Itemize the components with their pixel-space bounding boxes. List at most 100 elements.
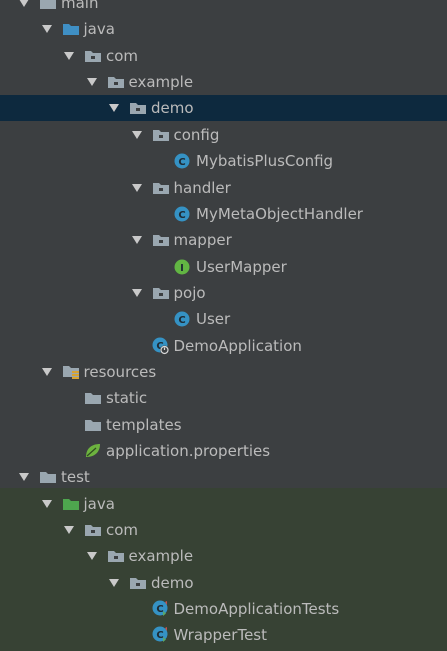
package-icon [84, 522, 102, 538]
tree-node-mybatisplusconfig[interactable]: C MybatisPlusConfig [0, 148, 447, 174]
tree-node-label: com [106, 46, 139, 65]
expand-arrow-icon[interactable] [129, 175, 145, 201]
chevron-down-icon [41, 367, 52, 376]
tree-node-label: MyMetaObjectHandler [196, 204, 363, 223]
package-icon [107, 74, 125, 90]
class-icon: C [174, 206, 192, 222]
expand-arrow-icon[interactable] [129, 227, 145, 253]
tree-node-example[interactable]: example [0, 543, 447, 569]
chevron-down-icon [86, 78, 97, 87]
tree-node-label: main [61, 0, 99, 12]
folder-gray-icon [39, 469, 57, 485]
tree-node-user[interactable]: C User [0, 306, 447, 332]
tree-node-label: static [106, 389, 148, 408]
package-icon [84, 48, 102, 64]
expand-arrow-icon[interactable] [106, 570, 122, 596]
tree-node-label: DemoApplicationTests [173, 600, 340, 619]
expand-arrow-icon[interactable] [61, 43, 77, 69]
svg-text:C: C [178, 157, 185, 168]
expand-arrow-icon[interactable] [39, 16, 55, 42]
tree-node-label: User [196, 310, 231, 329]
tree-node-label: MybatisPlusConfig [196, 152, 334, 171]
project-tree: main java com example demo config C MybatisPlus… [0, 0, 447, 651]
tree-node-label: config [173, 125, 220, 144]
tree-node-com[interactable]: com [0, 43, 447, 69]
expand-arrow-icon[interactable] [84, 69, 100, 95]
tree-node-label: demo [151, 99, 194, 118]
chevron-down-icon [131, 183, 142, 192]
tree-node-config[interactable]: config [0, 122, 447, 148]
test-class-icon: C [152, 600, 170, 617]
tree-node-label: example [128, 547, 194, 566]
chevron-down-icon [109, 104, 119, 113]
resources-folder-icon [62, 364, 80, 380]
tree-node-label: java [83, 494, 115, 513]
expand-arrow-icon[interactable] [129, 122, 145, 148]
chevron-down-icon [131, 130, 142, 139]
svg-text:C: C [156, 604, 163, 615]
class-icon: C [174, 153, 192, 169]
tree-node-main[interactable]: main [0, 0, 447, 16]
chevron-down-icon [19, 473, 29, 482]
tree-node-java[interactable]: java [0, 491, 447, 517]
tree-node-test[interactable]: test [0, 464, 447, 490]
package-icon [152, 232, 170, 248]
chevron-down-icon [109, 578, 119, 587]
tree-node-application-properties[interactable]: application.properties [0, 438, 447, 464]
tree-node-label: UserMapper [196, 257, 287, 276]
svg-text:C: C [178, 315, 185, 326]
tree-node-label: test [61, 468, 90, 487]
tree-node-label: demo [151, 573, 194, 592]
expand-arrow-icon[interactable] [39, 359, 55, 385]
package-icon [152, 285, 170, 301]
tree-node-example[interactable]: example [0, 69, 447, 95]
tree-node-demoapplicationtests[interactable]: C DemoApplicationTests [0, 596, 447, 622]
package-icon [107, 548, 125, 564]
expand-arrow-icon[interactable] [61, 517, 77, 543]
tree-node-mapper[interactable]: mapper [0, 227, 447, 253]
tree-node-demo[interactable]: demo [0, 95, 447, 122]
tree-node-java[interactable]: java [0, 16, 447, 42]
tree-node-label: application.properties [106, 442, 271, 460]
folder-green-icon [62, 496, 80, 512]
tree-node-label: java [83, 20, 115, 39]
expand-arrow-icon[interactable] [106, 95, 122, 121]
expand-arrow-icon[interactable] [16, 464, 32, 490]
tree-node-resources[interactable]: resources [0, 359, 447, 385]
tree-node-usermapper[interactable]: I UserMapper [0, 254, 447, 280]
tree-node-label: resources [83, 362, 157, 381]
tree-node-demoapplication[interactable]: C DemoApplication [0, 333, 447, 359]
expand-arrow-icon[interactable] [16, 0, 32, 16]
test-class-icon: C [152, 626, 170, 643]
package-icon [152, 127, 170, 143]
package-icon [129, 575, 147, 591]
tree-node-pojo[interactable]: pojo [0, 280, 447, 306]
tree-node-label: WrapperTest [173, 626, 268, 645]
folder-gray-icon [84, 417, 102, 433]
svg-text:C: C [178, 210, 185, 221]
tree-node-static[interactable]: static [0, 385, 447, 411]
tree-node-demo[interactable]: demo [0, 570, 447, 596]
spring-class-icon: C [152, 337, 170, 355]
chevron-down-icon [19, 0, 29, 7]
chevron-down-icon [131, 236, 142, 245]
tree-node-label: DemoApplication [173, 336, 302, 355]
tree-node-label: com [106, 521, 139, 539]
tree-node-handler[interactable]: handler [0, 175, 447, 201]
tree-node-templates[interactable]: templates [0, 412, 447, 438]
folder-gray-icon [84, 390, 102, 406]
chevron-down-icon [41, 25, 52, 34]
package-icon [152, 180, 170, 196]
tree-node-wrappertest[interactable]: C WrapperTest [0, 622, 447, 648]
tree-node-mymetaobjecthandler[interactable]: C MyMetaObjectHandler [0, 201, 447, 227]
folder-gray-icon [39, 0, 57, 11]
class-icon: C [174, 311, 192, 327]
expand-arrow-icon[interactable] [84, 543, 100, 569]
chevron-down-icon [41, 499, 52, 508]
tree-node-label: handler [173, 178, 231, 197]
expand-arrow-icon[interactable] [129, 280, 145, 306]
interface-icon: I [174, 259, 192, 275]
tree-node-com[interactable]: com [0, 517, 447, 543]
expand-arrow-icon[interactable] [39, 491, 55, 517]
chevron-down-icon [64, 51, 74, 60]
